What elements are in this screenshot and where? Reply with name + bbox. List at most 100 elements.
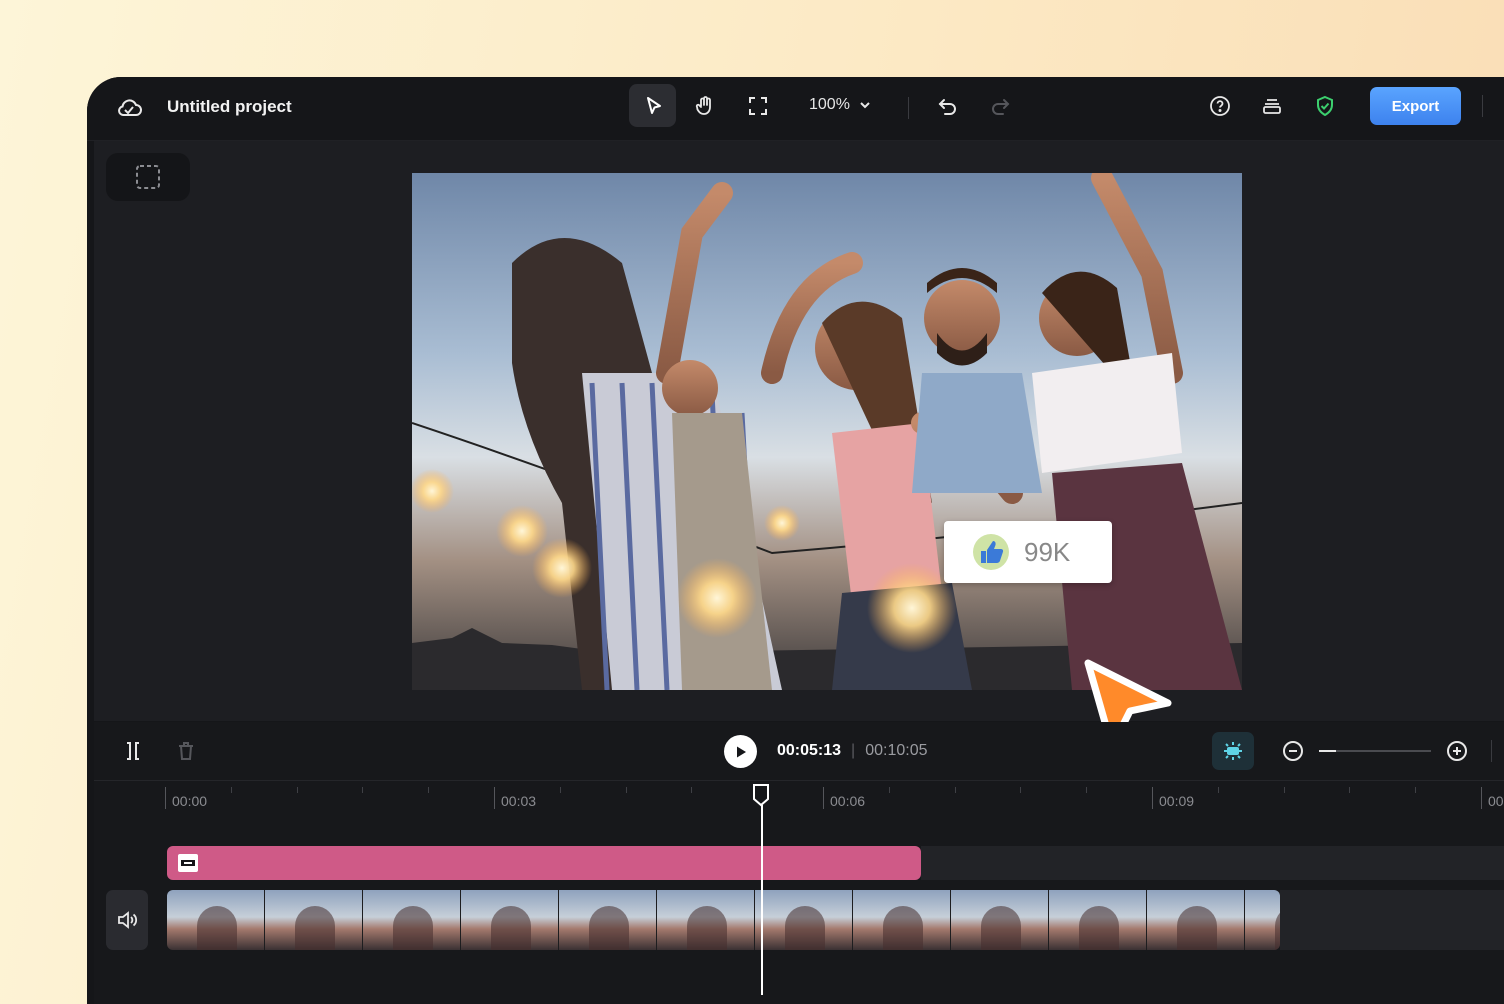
shield-button[interactable] [1308,89,1342,123]
ruler-label: 00 [1488,793,1504,809]
like-overlay[interactable]: 99K [944,521,1112,583]
video-thumbnail [1245,890,1280,950]
marquee-icon [136,165,160,189]
ruler-major-tick [1152,787,1153,809]
text-track-empty [921,846,1504,880]
layers-button[interactable] [1255,89,1289,123]
marquee-select-button[interactable] [106,153,190,201]
ruler-minor-tick [888,787,890,793]
time-ruler[interactable]: 00:00 00:03 00:06 00:09 00 [94,781,1504,821]
video-track-empty [1280,890,1504,950]
trash-icon [179,742,193,760]
shield-check-icon [1317,95,1333,117]
redo-button[interactable] [983,89,1017,123]
video-thumbnail [167,890,265,950]
delete-button[interactable] [169,734,203,768]
ruler-minor-tick [1020,787,1022,793]
ruler-minor-tick [296,787,298,793]
ruler-minor-tick [559,787,561,793]
split-icon [127,742,139,760]
snap-toggle[interactable] [1212,732,1254,770]
timeline-zoom-slider[interactable] [1319,750,1431,752]
ruler-minor-tick [1415,787,1417,793]
ruler-minor-tick [428,787,430,793]
play-button[interactable] [724,735,757,768]
ruler-minor-tick [954,787,956,793]
timeline-zoom-fill [1319,750,1336,752]
undo-icon [938,99,956,115]
video-thumbnail [657,890,755,950]
thumbs-up-icon [973,534,1009,570]
text-clip[interactable] [167,846,921,880]
ruler-minor-tick [362,787,364,793]
snap-icon [1224,742,1242,760]
ruler-major-tick [494,787,495,809]
video-thumbnail [951,890,1049,950]
chevron-down-icon [860,102,870,109]
video-thumbnail [1049,890,1147,950]
video-thumbnail [1147,890,1245,950]
toolbar-divider [908,97,909,119]
party-scene-image [412,173,1242,690]
text-clip-icon [178,854,198,872]
help-button[interactable] [1203,89,1237,123]
top-toolbar: Untitled project 100% Export [87,77,1504,141]
play-icon [736,746,746,757]
ruler-minor-tick [1283,787,1285,793]
project-title[interactable]: Untitled project [167,97,292,117]
ruler-label: 00:09 [1159,793,1195,809]
ruler-minor-tick [230,787,232,793]
ruler-major-tick [165,787,166,809]
zoom-dropdown[interactable]: 100% [809,96,872,114]
ruler-major-tick [823,787,824,809]
ruler-label: 00:06 [830,793,866,809]
playhead-handle[interactable] [752,783,770,807]
toolbar-divider-right [1482,95,1483,117]
zoom-out-icon [1283,741,1303,761]
pointer-icon [646,96,661,114]
fullscreen-button[interactable] [741,89,775,123]
hand-icon [695,96,711,115]
ruler-label: 00:00 [172,793,208,809]
cloud-icon[interactable] [115,94,143,122]
video-thumbnail [461,890,559,950]
timeline-divider [1491,740,1492,762]
redo-icon [992,99,1010,115]
zoom-in-button[interactable] [1440,734,1474,768]
speaker-icon [118,911,138,929]
ruler-minor-tick [1217,787,1219,793]
hand-tool-button[interactable] [688,89,722,123]
video-thumbnail [853,890,951,950]
canvas-area: 99K [94,141,1504,751]
ruler-label: 00:03 [501,793,537,809]
ruler-minor-tick [1086,787,1088,793]
timecode: 00:05:13 | 00:10:05 [777,742,927,760]
video-thumbnail [559,890,657,950]
like-count: 99K [1024,536,1071,567]
zoom-value: 100% [809,96,850,113]
video-thumbnail [363,890,461,950]
playhead[interactable] [761,805,763,995]
fullscreen-icon [749,97,767,115]
timeline-tracks: 00:00 00:03 00:06 00:09 00 [94,781,1504,1004]
ruler-minor-tick [625,787,627,793]
video-thumbnail [755,890,853,950]
total-time: 00:10:05 [865,742,928,759]
editor-window: Untitled project 100% Export 99K 00:05:1… [87,77,1504,1004]
ruler-minor-tick [1349,787,1351,793]
video-thumbnail [265,890,363,950]
timecode-separator: | [851,742,856,759]
video-clip[interactable] [167,890,1280,950]
ruler-minor-tick [691,787,693,793]
export-button[interactable]: Export [1370,87,1461,125]
video-preview[interactable]: 99K [412,173,1242,690]
zoom-in-icon [1447,741,1467,761]
layers-icon [1263,99,1281,114]
split-button[interactable] [116,734,150,768]
mute-audio-button[interactable] [106,890,148,950]
select-tool-button[interactable] [629,84,676,127]
help-icon [1210,96,1230,116]
timeline-controls: 00:05:13 | 00:10:05 [94,722,1504,781]
zoom-out-button[interactable] [1276,734,1310,768]
undo-button[interactable] [931,89,965,123]
